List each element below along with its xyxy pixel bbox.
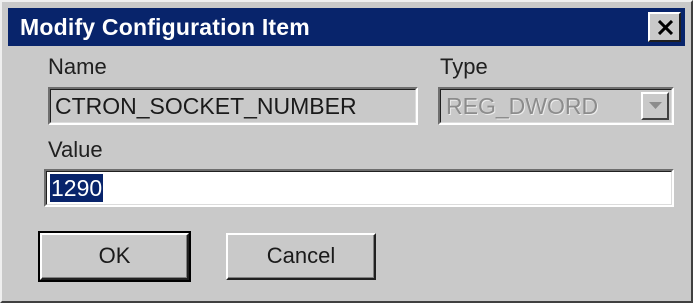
chevron-down-icon bbox=[649, 102, 662, 109]
name-label: Name bbox=[48, 54, 107, 79]
cancel-button[interactable]: Cancel bbox=[226, 233, 376, 280]
type-label: Type bbox=[440, 54, 488, 79]
modify-configuration-dialog: Modify Configuration Item Name Type CTRO… bbox=[0, 0, 693, 303]
title-bar[interactable]: Modify Configuration Item bbox=[8, 8, 685, 46]
dialog-title: Modify Configuration Item bbox=[20, 14, 310, 40]
value-input[interactable]: 1290 bbox=[44, 169, 674, 207]
ok-button[interactable]: OK bbox=[38, 231, 191, 282]
type-value: REG_DWORD bbox=[446, 93, 599, 119]
value-text-selected[interactable]: 1290 bbox=[50, 174, 104, 202]
type-dropdown-button bbox=[641, 92, 669, 120]
ok-button-label: OK bbox=[98, 243, 131, 268]
value-label: Value bbox=[48, 137, 103, 162]
close-icon bbox=[658, 20, 673, 35]
close-button[interactable] bbox=[648, 12, 681, 42]
name-value: CTRON_SOCKET_NUMBER bbox=[55, 93, 357, 119]
type-select: REG_DWORD bbox=[438, 87, 674, 125]
cancel-button-label: Cancel bbox=[266, 243, 336, 268]
name-field: CTRON_SOCKET_NUMBER bbox=[48, 87, 418, 125]
value-field-border bbox=[46, 171, 672, 205]
